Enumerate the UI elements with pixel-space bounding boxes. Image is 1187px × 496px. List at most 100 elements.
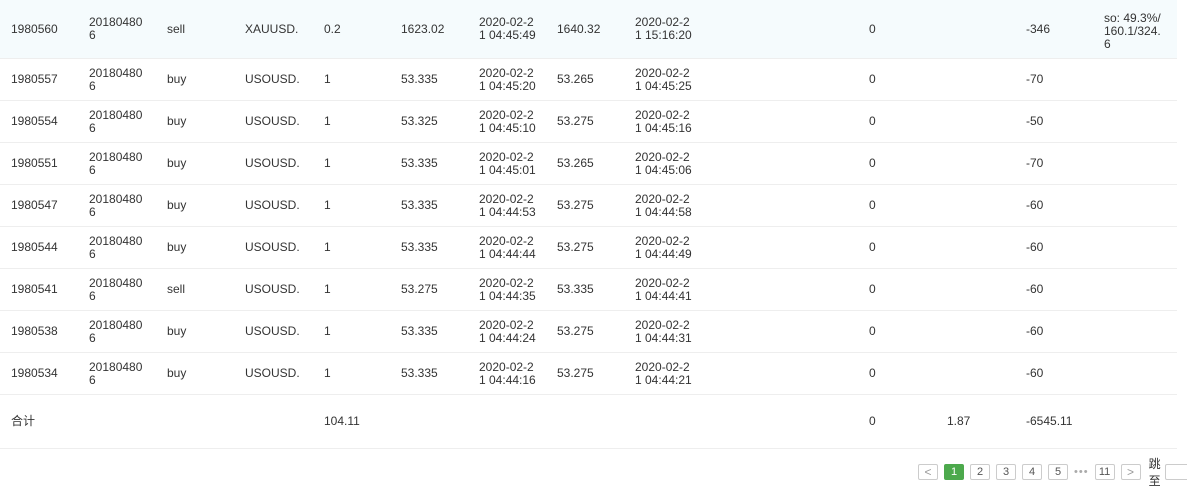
page-button-last[interactable]: 11 [1094, 464, 1115, 480]
comment-cell [1104, 311, 1180, 352]
table-row: 1980557 20180480 6 buy USOUSD. 1 53.335 2020-0… [0, 59, 1177, 101]
lots-cell: 1 [324, 282, 331, 296]
page-button-1[interactable]: 1 [944, 464, 964, 480]
account-number-cell: 20180480 6 [89, 65, 143, 93]
account-number-cell: 20180480 6 [89, 317, 143, 345]
symbol-cell: USOUSD. [245, 324, 300, 338]
close-time-cell: 2020-02-2 1 04:45:25 [635, 65, 692, 93]
order-id-cell: 1980560 [11, 21, 58, 36]
swap-cell: 0 [869, 324, 876, 338]
open-price-cell: 53.335 [401, 324, 438, 338]
close-price-cell: 53.275 [557, 324, 594, 338]
totals-profit: -6545.11 [1026, 414, 1073, 428]
totals-swap: 0 [869, 414, 876, 428]
open-time-cell: 2020-02-2 1 04:44:53 [479, 191, 536, 219]
page-button-2[interactable]: 2 [970, 464, 990, 480]
close-time-cell: 2020-02-2 1 04:44:21 [635, 359, 692, 387]
account-number-cell: 20180480 6 [89, 191, 143, 219]
comment-cell [1104, 59, 1180, 100]
open-time-cell: 2020-02-2 1 04:45:10 [479, 107, 536, 135]
commission-cell [947, 269, 1007, 310]
profit-cell: -60 [1026, 198, 1044, 212]
symbol-cell: USOUSD. [245, 366, 300, 380]
close-time-cell: 2020-02-2 1 04:44:41 [635, 275, 692, 303]
symbol-cell: USOUSD. [245, 198, 300, 212]
table-row: 1980560 20180480 6 sell XAUUSD. 0.2 1623.02 20… [0, 0, 1177, 59]
close-time-cell: 2020-02-2 1 04:45:06 [635, 149, 692, 177]
lots-cell: 1 [324, 156, 331, 170]
profit-cell: -50 [1026, 114, 1044, 128]
lots-cell: 1 [324, 324, 331, 338]
account-number-cell: 20180480 6 [89, 233, 143, 261]
trade-type-cell: buy [167, 114, 187, 128]
commission-cell [947, 227, 1007, 268]
close-time-cell: 2020-02-2 1 15:16:20 [635, 15, 692, 42]
comment-cell [1104, 185, 1180, 226]
table-row: 1980544 20180480 6 buy USOUSD. 1 53.335 2020-0… [0, 227, 1177, 269]
comment-cell [1104, 143, 1180, 184]
commission-cell [947, 353, 1007, 394]
order-id-cell: 1980544 [11, 240, 58, 254]
order-id-cell: 1980554 [11, 114, 58, 128]
close-price-cell: 53.275 [557, 366, 594, 380]
trade-type-cell: buy [167, 240, 187, 254]
close-price-cell: 53.265 [557, 72, 594, 86]
symbol-cell: USOUSD. [245, 72, 300, 86]
lots-cell: 0.2 [324, 21, 341, 36]
comment-cell [1104, 227, 1180, 268]
prev-page-button[interactable]: < [918, 464, 938, 480]
swap-cell: 0 [869, 156, 876, 170]
comment-cell: so: 49.3%/ 160.1/324. 6 [1104, 11, 1161, 51]
commission-cell [947, 143, 1007, 184]
commission-cell [947, 59, 1007, 100]
pagination: < 12345 ••• 11 > 跳至 页 [918, 457, 1187, 488]
swap-cell: 0 [869, 21, 876, 36]
profit-cell: -60 [1026, 240, 1044, 254]
open-price-cell: 53.335 [401, 198, 438, 212]
page-button-5[interactable]: 5 [1048, 464, 1068, 480]
swap-cell: 0 [869, 282, 876, 296]
next-page-button[interactable]: > [1120, 464, 1141, 480]
profit-cell: -60 [1026, 282, 1044, 296]
open-time-cell: 2020-02-2 1 04:45:01 [479, 149, 536, 177]
comment-cell [1104, 269, 1180, 310]
open-price-cell: 53.335 [401, 240, 438, 254]
close-price-cell: 1640.32 [557, 21, 601, 36]
open-time-cell: 2020-02-2 1 04:44:35 [479, 275, 536, 303]
close-price-cell: 53.275 [557, 198, 594, 212]
page-button-4[interactable]: 4 [1022, 464, 1042, 480]
swap-cell: 0 [869, 198, 876, 212]
trade-type-cell: buy [167, 156, 187, 170]
close-time-cell: 2020-02-2 1 04:44:58 [635, 191, 692, 219]
profit-cell: -70 [1026, 72, 1044, 86]
totals-label: 合计 [11, 414, 36, 428]
profit-cell: -60 [1026, 324, 1044, 338]
open-price-cell: 53.325 [401, 114, 438, 128]
jump-to-page-input[interactable] [1164, 464, 1187, 480]
open-time-cell: 2020-02-2 1 04:45:49 [479, 15, 536, 42]
profit-cell: -70 [1026, 156, 1044, 170]
order-id-cell: 1980557 [11, 72, 58, 86]
order-id-cell: 1980541 [11, 282, 58, 296]
page-number-list: 12345 [944, 464, 1074, 480]
open-price-cell: 1623.02 [401, 21, 445, 36]
lots-cell: 1 [324, 198, 331, 212]
commission-cell [947, 101, 1007, 142]
close-time-cell: 2020-02-2 1 04:45:16 [635, 107, 692, 135]
commission-cell [947, 311, 1007, 352]
order-id-cell: 1980551 [11, 156, 58, 170]
symbol-cell: USOUSD. [245, 156, 300, 170]
order-id-cell: 1980534 [11, 366, 58, 380]
open-time-cell: 2020-02-2 1 04:44:16 [479, 359, 536, 387]
lots-cell: 1 [324, 114, 331, 128]
lots-cell: 1 [324, 72, 331, 86]
comment-cell [1104, 353, 1180, 394]
close-time-cell: 2020-02-2 1 04:44:49 [635, 233, 692, 261]
close-price-cell: 53.265 [557, 156, 594, 170]
page-button-3[interactable]: 3 [996, 464, 1016, 480]
swap-cell: 0 [869, 240, 876, 254]
table-row: 1980538 20180480 6 buy USOUSD. 1 53.335 2020-0… [0, 311, 1177, 353]
open-price-cell: 53.335 [401, 72, 438, 86]
order-id-cell: 1980538 [11, 324, 58, 338]
table-row: 1980534 20180480 6 buy USOUSD. 1 53.335 2020-0… [0, 353, 1177, 395]
